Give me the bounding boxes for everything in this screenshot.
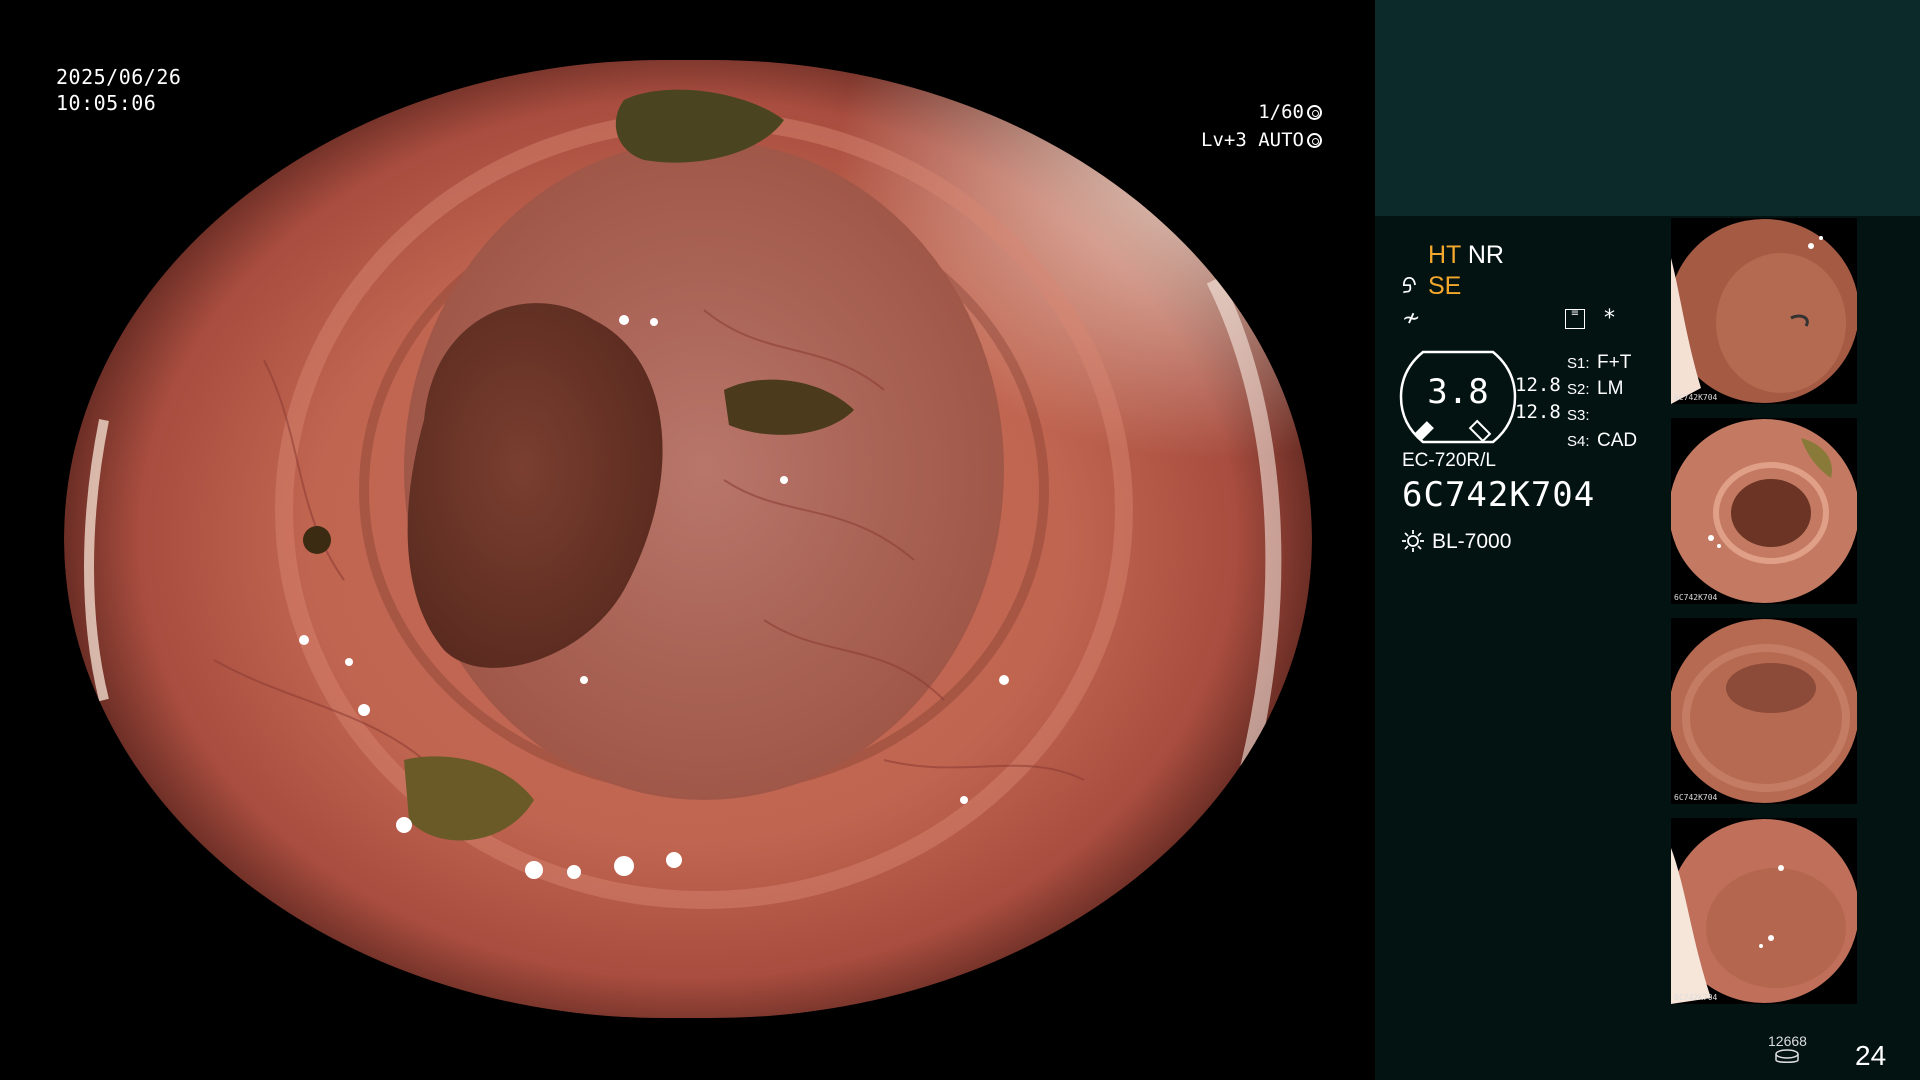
panel-icons: ≡ * (1565, 306, 1615, 331)
star-icon: * (1604, 306, 1615, 331)
freeze-icon: ≁ (1402, 305, 1421, 330)
endoscope-view-area: 2025/06/26 10:05:06 1/60 Lv+3 AUTO (0, 0, 1372, 1080)
thumbnail-1[interactable]: 6C742K704 (1671, 218, 1857, 404)
thumbnail-caption: 6C742K704 (1674, 993, 1718, 1002)
scope-model: EC-720R/L (1402, 450, 1496, 471)
info-panel: HT NR ᠫ SE ≁ ≡ * 3.8 12.8 12.8 S1: F+T S2:… (1375, 0, 1920, 1080)
exposure-info: 1/60 Lv+3 AUTO (1201, 98, 1322, 154)
nr-mode: NR (1467, 241, 1504, 269)
gauge-side-value-1: 12.8 (1515, 374, 1561, 396)
mask-bottom (0, 1018, 1372, 1080)
thumbnail-caption: 6C742K704 (1674, 393, 1718, 402)
switch-settings: S1: F+T S2: LM S3: S4: CAD (1567, 350, 1637, 454)
timestamp: 2025/06/26 10:05:06 (56, 64, 181, 116)
thumbnail-caption: 6C742K704 (1674, 793, 1718, 802)
time-text: 10:05:06 (56, 91, 157, 115)
shutter-speed: 1/60 (1258, 101, 1304, 123)
image-counter: 12668 (1768, 1033, 1807, 1065)
gauge-side-value-2: 12.8 (1515, 401, 1561, 423)
mask-top (0, 0, 1372, 60)
panel-header-area (1375, 0, 1920, 216)
thumbnail-2[interactable]: 6C742K704 (1671, 418, 1857, 604)
light-source: BL-7000 (1402, 530, 1511, 554)
light-source-label: BL-7000 (1432, 530, 1512, 553)
auto-iris-icon (1307, 133, 1322, 148)
gauge-side-values: 12.8 12.8 (1515, 372, 1561, 426)
zoom-gauge: 3.8 (1399, 350, 1517, 444)
se-mode: SE (1428, 272, 1462, 300)
setting-s2: S2: LM (1567, 378, 1624, 399)
setting-s3: S3: (1567, 407, 1590, 424)
endoscopic-image (64, 60, 1312, 1018)
image-mode-block: HT NR ᠫ SE ≁ (1402, 240, 1504, 333)
thumbnail-caption: 6C742K704 (1674, 593, 1718, 602)
light-source-icon (1402, 530, 1424, 552)
ht-mode: HT (1428, 241, 1461, 269)
thumbnail-4[interactable]: 6C742K704 (1671, 818, 1857, 1004)
disk-icon (1775, 1049, 1800, 1063)
scope-serial: 6C742K704 (1402, 475, 1596, 515)
shutter-icon (1307, 105, 1322, 120)
thumbnail-3[interactable]: 6C742K704 (1671, 618, 1857, 804)
setting-s1: S1: F+T (1567, 352, 1632, 373)
zoom-value: 3.8 (1427, 372, 1489, 412)
colon-lumen-image (64, 60, 1312, 1018)
structure-enhance-icon: ᠫ (1402, 274, 1417, 299)
captured-images: 6C742K704 6C742K704 6C742K704 6C742K704 (1671, 218, 1857, 1018)
image-count-value: 12668 (1768, 1033, 1807, 1049)
brightness-level: Lv+3 AUTO (1201, 129, 1304, 151)
date-text: 2025/06/26 (56, 65, 182, 89)
setting-s4: S4: CAD (1567, 430, 1638, 451)
memo-icon: ≡ (1565, 309, 1585, 329)
page-count: 24 (1855, 1040, 1887, 1071)
